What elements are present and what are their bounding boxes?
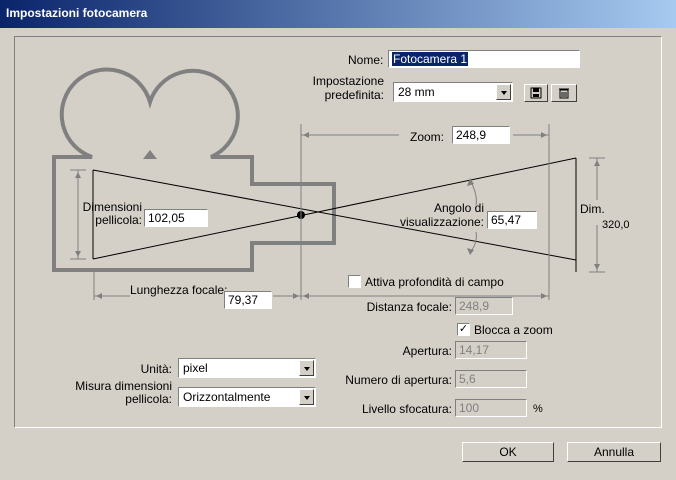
dof-label[interactable]: Attiva profondità di campo xyxy=(365,275,504,289)
name-value: Fotocamera 1 xyxy=(392,52,469,66)
name-input[interactable]: Fotocamera 1 xyxy=(388,50,580,68)
focus-distance-label: Distanza focale: xyxy=(366,300,452,314)
focus-distance-input[interactable]: 248,9 xyxy=(455,297,513,315)
save-icon xyxy=(530,87,542,99)
preset-label-2: predefinita: xyxy=(324,88,384,102)
aperture-input[interactable]: 14,17 xyxy=(455,341,527,359)
film-measure-label-1: Misura dimensioni xyxy=(75,379,172,393)
angle-label-2: visualizzazione: xyxy=(399,215,484,229)
blur-unit: % xyxy=(533,403,543,415)
film-size-label-2: pellicola: xyxy=(95,213,142,227)
zoom-label: Zoom: xyxy=(410,130,445,144)
lock-to-zoom-checkbox[interactable]: ✓ xyxy=(457,323,470,336)
ok-button[interactable]: OK xyxy=(462,442,554,462)
units-select[interactable]: pixel xyxy=(178,358,316,378)
focal-length-label: Lunghezza focale: xyxy=(130,283,228,297)
chevron-down-icon[interactable] xyxy=(299,389,314,405)
camera-pointer-icon xyxy=(143,150,157,159)
film-measure-value: Orizzontalmente xyxy=(183,390,271,404)
cancel-button[interactable]: Annulla xyxy=(567,442,661,462)
dim-label: Dim. xyxy=(580,202,605,216)
focal-length-input[interactable]: 79,37 xyxy=(224,291,272,309)
film-size-label-1: Dimensioni xyxy=(82,200,142,214)
units-label: Unità: xyxy=(140,362,172,376)
name-label: Nome: xyxy=(348,53,384,67)
dim-value[interactable]: 320,0 xyxy=(602,218,630,232)
camera-outline xyxy=(52,67,336,272)
angle-input[interactable]: 65,47 xyxy=(487,211,537,229)
film-measure-label-2: pellicola: xyxy=(125,392,172,406)
film-size-input[interactable]: 102,05 xyxy=(144,209,208,227)
chevron-down-icon[interactable] xyxy=(496,84,511,100)
preset-label-1: Impostazione xyxy=(312,74,384,88)
dof-checkbox[interactable] xyxy=(348,275,361,288)
aperture-label: Apertura: xyxy=(402,344,452,358)
units-value: pixel xyxy=(183,361,208,375)
angle-label-1: Angolo di xyxy=(433,201,484,215)
blur-level-input[interactable]: 100 xyxy=(455,399,527,417)
chevron-down-icon[interactable] xyxy=(299,360,314,376)
preset-value: 28 mm xyxy=(398,85,435,99)
save-preset-button[interactable] xyxy=(524,84,548,102)
zoom-input[interactable]: 248,9 xyxy=(452,126,510,144)
preset-select[interactable]: 28 mm xyxy=(393,82,513,102)
fstop-input[interactable]: 5,6 xyxy=(455,370,527,388)
blur-level-label: Livello sfocatura: xyxy=(361,402,452,416)
film-measure-select[interactable]: Orizzontalmente xyxy=(178,387,316,407)
lock-to-zoom-label[interactable]: Blocca a zoom xyxy=(474,323,553,337)
fstop-label: Numero di apertura: xyxy=(345,373,452,387)
trash-icon xyxy=(559,88,569,99)
delete-preset-button[interactable] xyxy=(551,84,577,102)
